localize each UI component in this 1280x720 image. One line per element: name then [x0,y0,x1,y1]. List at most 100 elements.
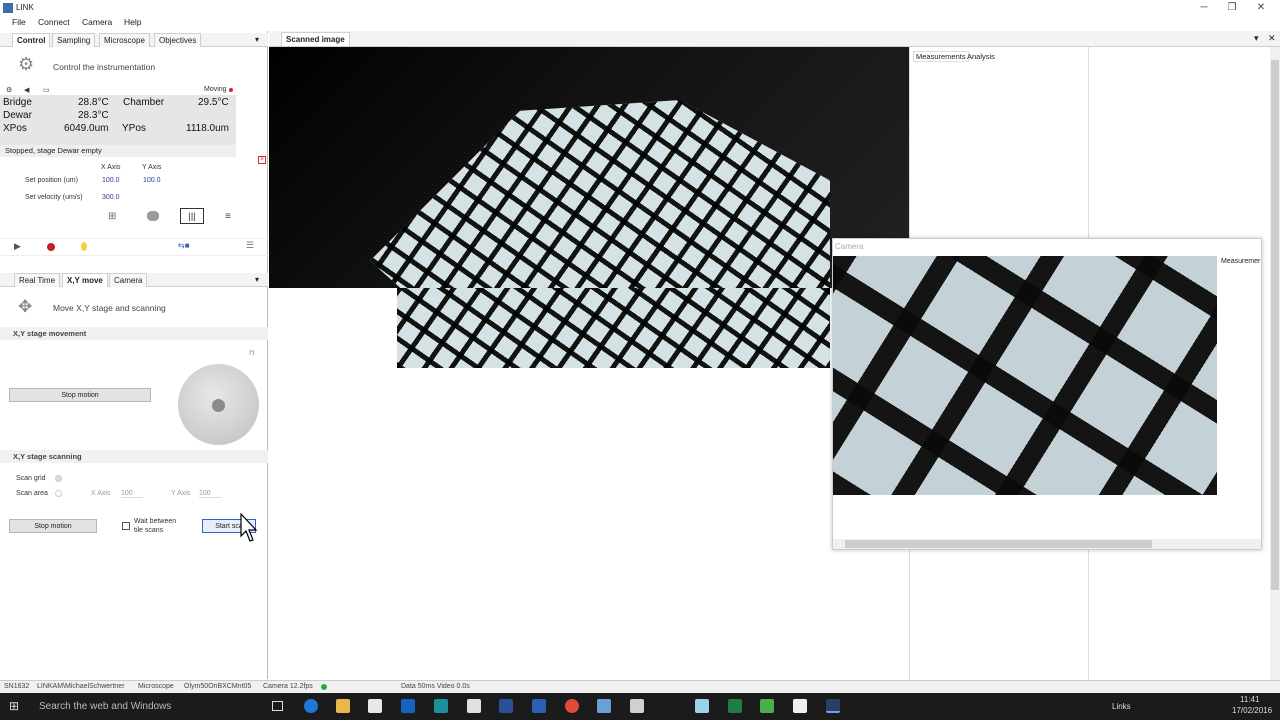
joystick-knob[interactable] [212,399,225,412]
tab-sampling[interactable]: Sampling [52,33,96,47]
record-icon[interactable] [47,243,55,251]
speaker-icon[interactable]: ◀ [24,86,29,94]
tab-control[interactable]: Control [12,33,51,47]
video-app-icon[interactable] [695,699,709,713]
windows-start-icon[interactable]: ⊞ [9,699,19,713]
document-icon[interactable] [630,699,644,713]
monitor-icon[interactable]: ▭ [43,86,50,94]
camera-window-title: Camera [835,242,864,251]
status-serial: SN1632 [4,683,30,690]
scan-x-field[interactable]: 100 [121,490,143,498]
chamber-label: Chamber [123,97,165,108]
ypos-value: 1118.0um [186,123,229,134]
scan-mode-icon[interactable]: ||| [180,208,204,224]
moving-indicator-icon [229,88,233,92]
grid-mode-icon[interactable]: ⊞ [108,211,116,222]
menu-file[interactable]: File [12,17,26,27]
move-tabstrip-dropdown-icon[interactable]: ▾ [255,275,259,284]
taskbar-links[interactable]: Links [1112,702,1131,711]
bridge-label: Bridge [3,97,32,108]
edge-icon[interactable] [304,699,318,713]
scan-grid-radio[interactable] [55,475,62,482]
wait-between-checkbox[interactable] [122,522,130,530]
play-icon[interactable]: ▶ [14,241,21,252]
calculator-icon[interactable] [467,699,481,713]
c-app-icon[interactable] [760,699,774,713]
close-icon[interactable]: × [258,156,266,164]
link-app-icon[interactable] [826,699,840,713]
set-position-x-field[interactable]: 100.0 [102,177,120,184]
store-icon[interactable] [368,699,382,713]
camera-measurements-tab[interactable]: Measuremer [1221,258,1260,265]
lines-mode-icon[interactable]: ≡ [225,211,231,222]
c-outline-app-icon[interactable] [793,699,807,713]
list-icon[interactable]: ☰ [246,240,254,251]
main-scrollbar-thumb[interactable] [1271,60,1279,590]
status-objective: Olym50OnBXCMnt05 [184,683,252,690]
scan-y-field[interactable]: 100 [199,490,221,498]
scan-grid-label: Scan grid [16,475,46,482]
menu-bar: File Connect Camera Help [0,16,1280,30]
scan-area-radio[interactable] [55,490,62,497]
tab-objectives[interactable]: Objectives [154,33,202,47]
x-axis-header: X Axis [101,164,121,171]
tab-camera[interactable]: Camera [109,273,148,287]
bulb-icon[interactable] [81,242,87,251]
bridge-value: 28.8°C [78,97,109,108]
set-position-y-field[interactable]: 100.0 [143,177,161,184]
camera-scrollbar-thumb[interactable] [845,540,1152,548]
tab-real-time[interactable]: Real Time [14,273,61,287]
chamber-value: 29.5°C [198,97,229,108]
scan-area-label: Scan area [16,490,48,497]
status-microscope: Microscope [138,683,174,690]
outlook-icon[interactable] [401,699,415,713]
dewar-value: 28.3°C [78,110,109,121]
excel-icon[interactable] [728,699,742,713]
scanned-dropdown-icon[interactable]: ▾ [1254,33,1259,44]
set-velocity-field[interactable]: 300.0 [102,194,120,201]
tabstrip-dropdown-icon[interactable]: ▾ [255,35,259,44]
camera-live-image [833,256,1217,495]
tab-scanned-image[interactable]: Scanned image [281,32,350,46]
file-explorer-icon[interactable] [336,699,350,713]
taskbar-time: 11:41 [1240,695,1260,704]
paint-app-icon[interactable] [597,699,611,713]
task-view-icon[interactable] [272,701,283,711]
gear-icon: ⚙ [18,54,35,74]
scan-x-axis-label: X Axis [91,490,111,497]
move-description: Move X,Y stage and scanning [53,303,166,313]
menu-connect[interactable]: Connect [38,17,70,27]
camera-status-icon [321,684,327,690]
ypos-label: YPos [122,123,146,134]
menu-help[interactable]: Help [124,17,141,27]
status-bar: SN1632 LINKAM\MichaelSchwertner Microsco… [0,680,1280,693]
taskbar-search[interactable]: Search the web and Windows [39,701,171,712]
stop-motion-scan-button[interactable]: Stop motion [9,519,97,533]
chart-app-icon[interactable] [499,699,513,713]
xpos-value: 6049.0um [64,123,109,134]
taskbar-date: 17/02/2016 [1232,706,1273,715]
set-position-label: Set position (um) [25,177,78,184]
scan-y-axis-label: Y Axis [171,490,191,497]
chrome-icon[interactable] [565,699,579,713]
tab-microscope[interactable]: Microscope [99,33,150,47]
minimize-button[interactable]: ─ [1197,1,1211,15]
blob-mode-icon[interactable] [147,211,159,221]
settings-icon[interactable]: ⚙ [6,86,12,94]
scanned-close-icon[interactable]: ✕ [1268,33,1276,44]
pin-icon[interactable]: ⊓ [249,349,254,357]
word-icon[interactable] [532,699,546,713]
camera-link-icon[interactable]: ⇆■ [178,241,190,250]
tab-measurements[interactable]: Measurements [913,51,969,62]
app-icon [3,3,13,13]
scanned-image-lower-tile [397,288,830,368]
close-button[interactable]: ✕ [1254,1,1268,15]
tab-analysis[interactable]: Analysis [967,52,995,61]
stage-scanning-heading: X,Y stage scanning [13,452,82,461]
restore-button[interactable]: ❐ [1225,1,1239,15]
tab-xy-move[interactable]: X,Y move [62,273,108,287]
pen-app-icon[interactable] [434,699,448,713]
menu-camera[interactable]: Camera [82,17,112,27]
stop-motion-button[interactable]: Stop motion [9,388,151,402]
move-tabstrip: Real Time X,Y move Camera ▾ [0,273,268,287]
